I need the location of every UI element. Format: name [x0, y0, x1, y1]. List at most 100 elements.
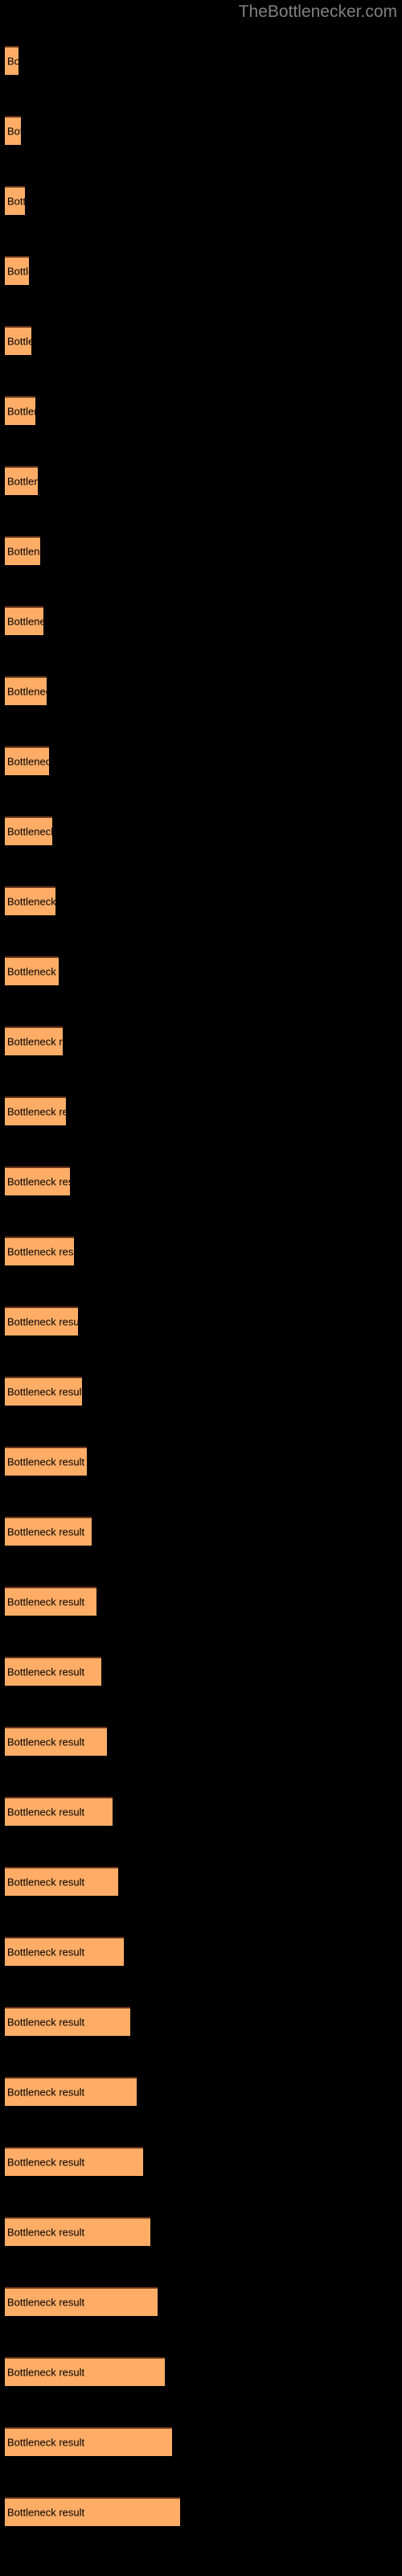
bar: Bottleneck result — [5, 1236, 74, 1265]
bar-row: Bottleneck result — [5, 1587, 96, 1616]
bar-row: Bottleneck result — [5, 676, 47, 705]
bar-label: Bottleneck result — [7, 2226, 85, 2239]
bar-label: Bottleneck result — [7, 1035, 63, 1048]
bar: Bottleneck result — [5, 1307, 78, 1335]
bar-label: Bottleneck result — [7, 475, 38, 488]
bar: Bottleneck result — [5, 1657, 101, 1686]
bar-row: Bottleneck result — [5, 116, 21, 145]
bar-row: Bottleneck result — [5, 956, 59, 985]
bar-row: Bottleneck result — [5, 1026, 63, 1055]
bar-label: Bottleneck result — [7, 1315, 78, 1328]
bar-row: Bottleneck result — [5, 1447, 87, 1476]
bar: Bottleneck result — [5, 396, 35, 425]
bar-row: Bottleneck result — [5, 2147, 143, 2176]
bar-label: Bottleneck result — [7, 1806, 85, 1818]
bar: Bottleneck result — [5, 116, 21, 145]
bar-row: Bottleneck result — [5, 1867, 118, 1896]
bar-row: Bottleneck result — [5, 466, 38, 495]
bar-row: Bottleneck result — [5, 2007, 130, 2036]
bar-label: Bottleneck result — [7, 965, 59, 978]
bar-row: Bottleneck result — [5, 2077, 137, 2106]
bar-label: Bottleneck result — [7, 405, 35, 418]
bar-label: Bottleneck result — [7, 755, 49, 768]
bar: Bottleneck result — [5, 1797, 113, 1826]
bar: Bottleneck result — [5, 326, 31, 355]
bar-label: Bottleneck result — [7, 2086, 85, 2099]
bar: Bottleneck result — [5, 676, 47, 705]
bar: Bottleneck result — [5, 2147, 143, 2176]
bar: Bottleneck result — [5, 256, 29, 285]
bar: Bottleneck result — [5, 886, 55, 915]
bar-label: Bottleneck result — [7, 2436, 85, 2449]
bar: Bottleneck result — [5, 2427, 172, 2456]
bar-label: Bottleneck result — [7, 1596, 85, 1608]
bar: Bottleneck result — [5, 1587, 96, 1616]
bar-row: Bottleneck result — [5, 2287, 158, 2316]
bar-label: Bottleneck result — [7, 545, 40, 558]
bar: Bottleneck result — [5, 1517, 92, 1546]
bar-row: Bottleneck result — [5, 1096, 66, 1125]
bar: Bottleneck result — [5, 1727, 107, 1756]
bar: Bottleneck result — [5, 2077, 137, 2106]
bar: Bottleneck result — [5, 466, 38, 495]
bar: Bottleneck result — [5, 1937, 124, 1966]
bar: Bottleneck result — [5, 816, 52, 845]
bar: Bottleneck result — [5, 2007, 130, 2036]
bar-row: Bottleneck result — [5, 886, 55, 915]
bar: Bottleneck result — [5, 2217, 150, 2246]
bar-label: Bottleneck result — [7, 2366, 85, 2379]
bar-label: Bottleneck result — [7, 1175, 70, 1188]
bar-row: Bottleneck result — [5, 536, 40, 565]
bar-row: Bottleneck result — [5, 46, 18, 75]
bar-row: Bottleneck result — [5, 606, 43, 635]
bar: Bottleneck result — [5, 46, 18, 75]
bar: Bottleneck result — [5, 1447, 87, 1476]
bar: Bottleneck result — [5, 1166, 70, 1195]
bar-label: Bottleneck result — [7, 125, 21, 138]
bar-label: Bottleneck result — [7, 685, 47, 698]
bar: Bottleneck result — [5, 1867, 118, 1896]
bar-label: Bottleneck result — [7, 895, 55, 908]
bar-label: Bottleneck result — [7, 1666, 85, 1678]
bar: Bottleneck result — [5, 1377, 82, 1406]
bar-row: Bottleneck result — [5, 2357, 165, 2386]
bar-label: Bottleneck result — [7, 825, 52, 838]
bar-row: Bottleneck result — [5, 1236, 74, 1265]
bar-row: Bottleneck result — [5, 186, 25, 215]
bar-label: Bottleneck result — [7, 55, 18, 68]
bar-row: Bottleneck result — [5, 396, 35, 425]
bar-label: Bottleneck result — [7, 1525, 85, 1538]
bar-row: Bottleneck result — [5, 746, 49, 775]
bar-label: Bottleneck result — [7, 2016, 85, 2029]
bar: Bottleneck result — [5, 956, 59, 985]
bar-row: Bottleneck result — [5, 256, 29, 285]
bar-row: Bottleneck result — [5, 1937, 124, 1966]
bar-label: Bottleneck result — [7, 1455, 85, 1468]
bar-row: Bottleneck result — [5, 326, 31, 355]
bar-label: Bottleneck result — [7, 335, 31, 348]
bar: Bottleneck result — [5, 746, 49, 775]
bar-row: Bottleneck result — [5, 1797, 113, 1826]
bar: Bottleneck result — [5, 2287, 158, 2316]
bar-row: Bottleneck result — [5, 2427, 172, 2456]
bar-label: Bottleneck result — [7, 1736, 85, 1748]
bar-row: Bottleneck result — [5, 1727, 107, 1756]
bar-label: Bottleneck result — [7, 1385, 82, 1398]
bar-row: Bottleneck result — [5, 1307, 78, 1335]
bar-label: Bottleneck result — [7, 265, 29, 278]
bar-label: Bottleneck result — [7, 1105, 66, 1118]
bar-row: Bottleneck result — [5, 1377, 82, 1406]
bar-row: Bottleneck result — [5, 1166, 70, 1195]
bar-label: Bottleneck result — [7, 1876, 85, 1889]
bar-row: Bottleneck result — [5, 1657, 101, 1686]
bar: Bottleneck result — [5, 536, 40, 565]
bar: Bottleneck result — [5, 1096, 66, 1125]
bar: Bottleneck result — [5, 2497, 180, 2526]
bar-label: Bottleneck result — [7, 2156, 85, 2169]
bar: Bottleneck result — [5, 2357, 165, 2386]
bar-label: Bottleneck result — [7, 1946, 85, 1959]
bar: Bottleneck result — [5, 606, 43, 635]
bar-label: Bottleneck result — [7, 1245, 74, 1258]
bar-row: Bottleneck result — [5, 2217, 150, 2246]
bar: Bottleneck result — [5, 186, 25, 215]
